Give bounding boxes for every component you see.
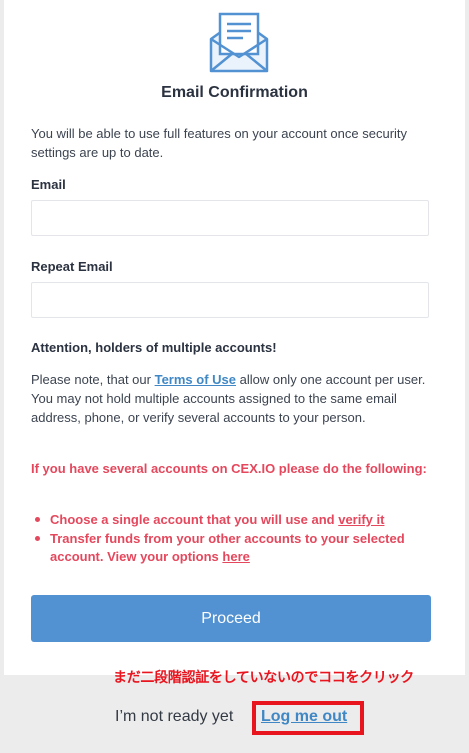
- attention-heading: Attention, holders of multiple accounts!: [31, 340, 277, 355]
- repeat-email-label: Repeat Email: [31, 259, 113, 274]
- note-text-start: Please note, that our: [31, 372, 155, 387]
- here-link[interactable]: here: [222, 549, 249, 564]
- envelope-with-letter-icon: [209, 12, 269, 73]
- log-me-out-link[interactable]: Log me out: [261, 708, 347, 726]
- annotation-text: まだ二段階認証をしていないのでココをクリック: [113, 670, 414, 686]
- email-field[interactable]: [31, 200, 429, 236]
- list-item: Transfer funds from your other accounts …: [31, 530, 441, 566]
- warning-heading: If you have several accounts on CEX.IO p…: [31, 461, 427, 476]
- page-title: Email Confirmation: [161, 84, 308, 101]
- verify-it-link[interactable]: verify it: [338, 512, 384, 527]
- warning-list: Choose a single account that you will us…: [31, 511, 441, 566]
- bullet-icon: [35, 517, 40, 522]
- repeat-email-field[interactable]: [31, 282, 429, 318]
- warning-item-text: Choose a single account that you will us…: [50, 512, 339, 527]
- bullet-icon: [35, 536, 40, 541]
- not-ready-text: I’m not ready yet: [115, 708, 234, 725]
- intro-text: You will be able to use full features on…: [31, 126, 408, 160]
- terms-of-use-link[interactable]: Terms of Use: [155, 372, 236, 387]
- email-confirmation-card: Email Confirmation: [4, 0, 465, 675]
- list-item: Choose a single account that you will us…: [31, 511, 441, 529]
- proceed-button[interactable]: Proceed: [31, 595, 431, 642]
- multiple-accounts-note: Please note, that our Terms of Use allow…: [31, 370, 441, 427]
- email-label: Email: [31, 177, 66, 192]
